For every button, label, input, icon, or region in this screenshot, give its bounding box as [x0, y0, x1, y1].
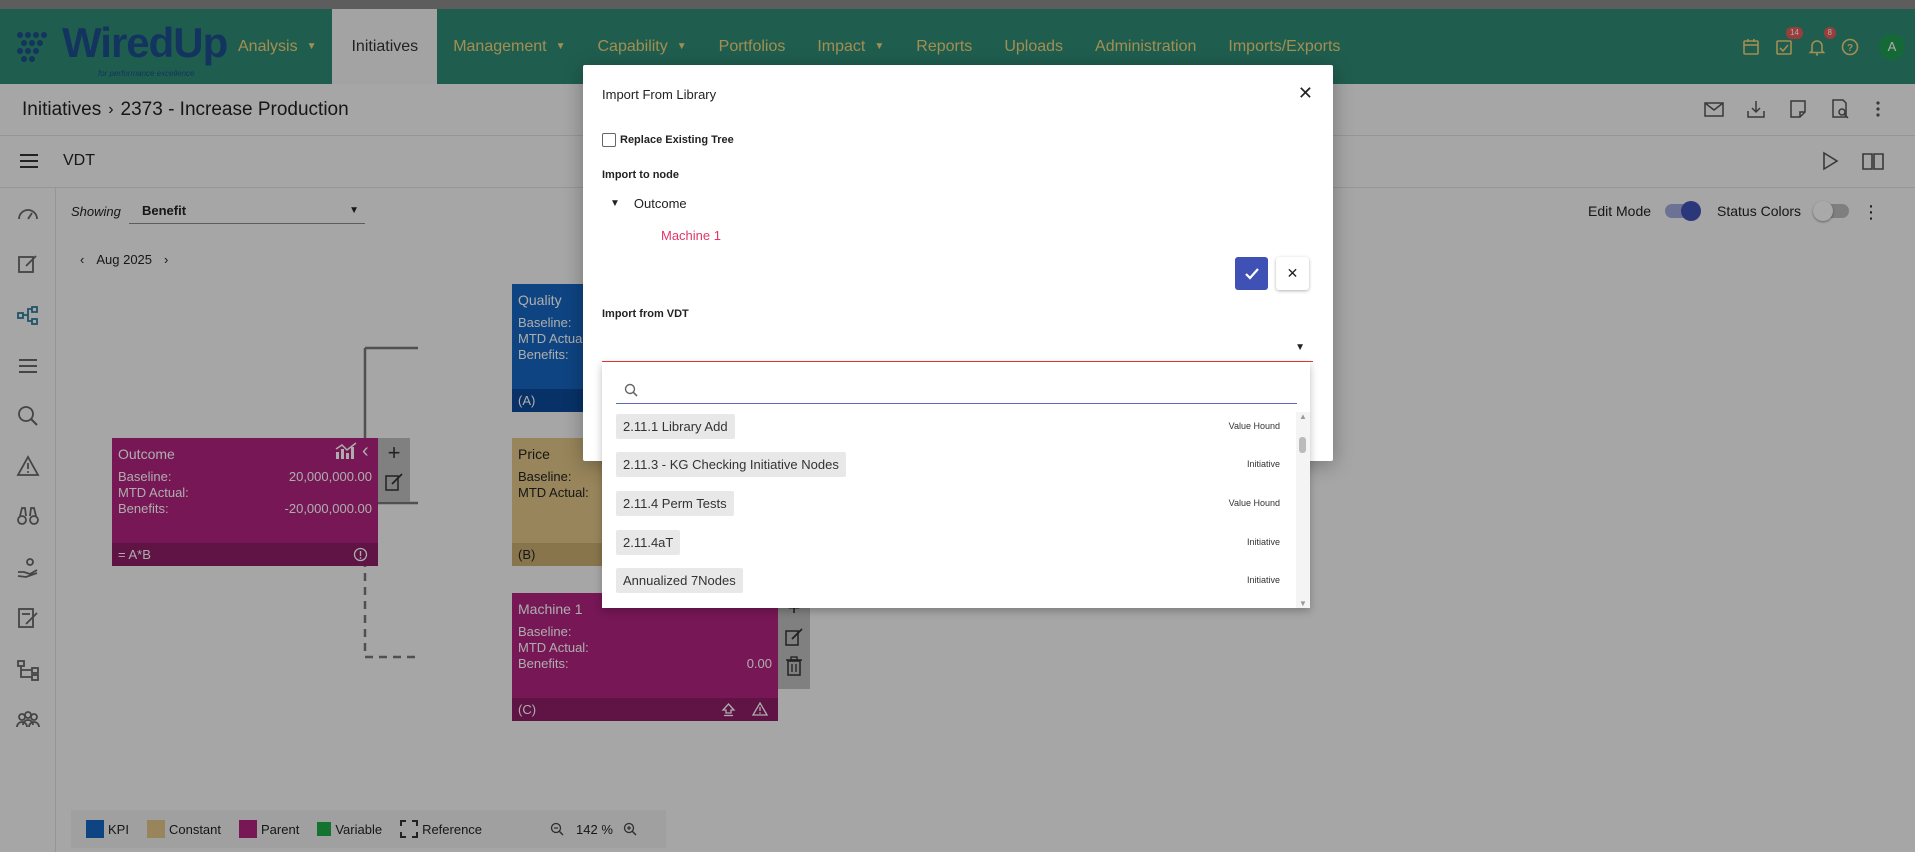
- option-type: Initiative: [1246, 575, 1280, 585]
- option-type: Initiative: [1246, 537, 1280, 547]
- list-item[interactable]: Annualized 7Nodes Initiative: [616, 566, 1286, 594]
- list-item[interactable]: 2.11.4 Perm Tests Value Hound: [616, 489, 1286, 517]
- list-item[interactable]: 2.11.3 - KG Checking Initiative Nodes Ini…: [616, 450, 1286, 478]
- close-icon: ✕: [1286, 265, 1299, 281]
- dialog-title: Import From Library: [602, 87, 717, 102]
- option-label: 2.11.3 - KG Checking Initiative Nodes: [616, 451, 846, 477]
- checkbox-label: Replace Existing Tree: [620, 134, 734, 146]
- import-from-vdt-label: Import from VDT: [602, 308, 689, 320]
- check-icon: [1244, 267, 1259, 280]
- confirm-button[interactable]: [1235, 257, 1268, 290]
- option-label: 2.11.4aT: [616, 529, 681, 555]
- close-icon[interactable]: ✕: [1298, 83, 1313, 104]
- tree-node-outcome[interactable]: ▼ Outcome: [610, 196, 687, 211]
- import-from-vdt-select[interactable]: ▼: [602, 332, 1313, 362]
- option-type: Initiative: [1246, 459, 1280, 469]
- replace-existing-tree: Replace Existing Tree: [602, 133, 734, 147]
- vdt-search-input[interactable]: [646, 378, 1286, 400]
- list-item[interactable]: 2.11.1 Library Add Value Hound: [616, 412, 1286, 440]
- tree-node-machine-1[interactable]: Machine 1: [661, 228, 721, 243]
- caret-down-icon: ▼: [1295, 342, 1305, 353]
- scroll-down-icon[interactable]: ▼: [1299, 599, 1307, 608]
- caret-down-icon[interactable]: ▼: [610, 198, 620, 209]
- search-icon: [624, 383, 638, 397]
- scroll-up-icon[interactable]: ▲: [1299, 412, 1307, 421]
- option-label: Annualized 7Nodes: [616, 567, 743, 593]
- tree-node-label: Outcome: [633, 196, 687, 211]
- scrollbar-thumb[interactable]: [1299, 437, 1306, 453]
- import-to-node-label: Import to node: [602, 169, 679, 181]
- option-label: 2.11.4 Perm Tests: [616, 490, 734, 516]
- option-type: Value Hound: [1228, 498, 1280, 508]
- option-type: Value Hound: [1228, 421, 1280, 431]
- replace-existing-tree-checkbox[interactable]: [602, 133, 616, 147]
- option-label: 2.11.1 Library Add: [616, 413, 735, 439]
- vdt-search-field: [616, 374, 1297, 404]
- vdt-option-list: 2.11.1 Library Add Value Hound 2.11.3 - K…: [602, 412, 1296, 608]
- dropdown-scrollbar[interactable]: ▲ ▼: [1296, 412, 1310, 608]
- vdt-dropdown-panel: 2.11.1 Library Add Value Hound 2.11.3 - K…: [602, 362, 1310, 608]
- cancel-button[interactable]: ✕: [1276, 257, 1309, 290]
- list-item[interactable]: 2.11.4aT Initiative: [616, 528, 1286, 556]
